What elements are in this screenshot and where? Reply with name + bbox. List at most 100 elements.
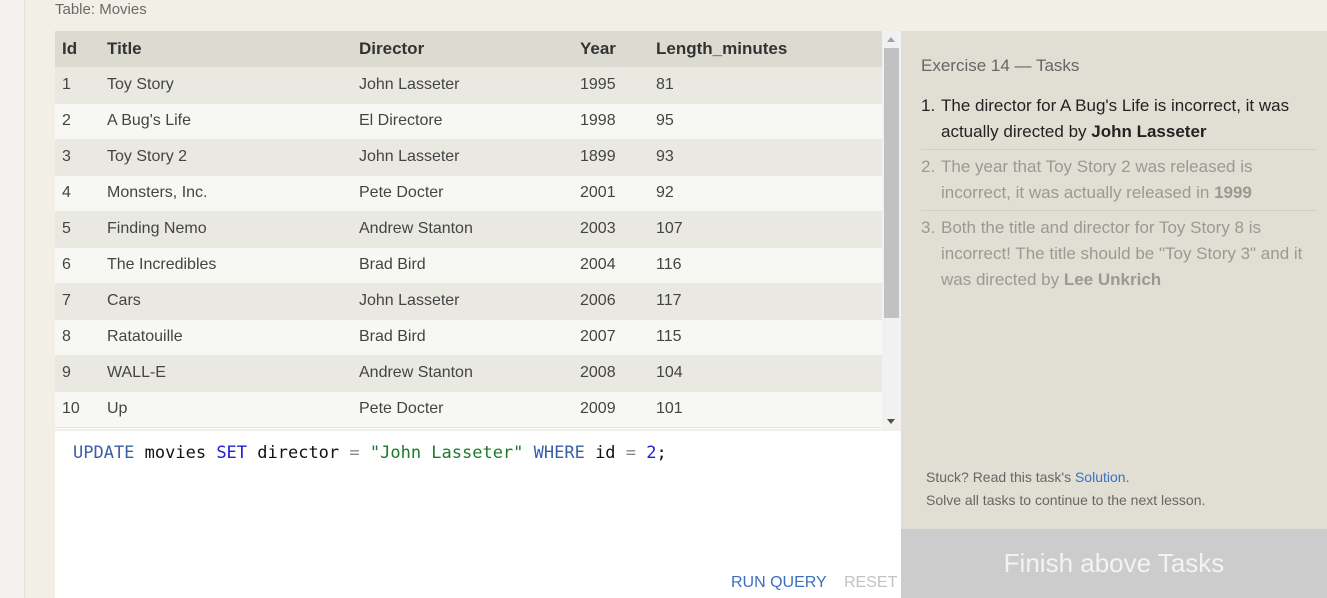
table-header-row: Id Title Director Year Length_minutes	[55, 31, 882, 67]
table-cell: A Bug's Life	[100, 103, 352, 140]
semicolon: ;	[656, 443, 667, 463]
task-title: Exercise 14 — Tasks	[921, 56, 1080, 75]
keyword-set: SET	[216, 443, 248, 463]
table-scrollbar[interactable]	[882, 31, 901, 429]
table-cell: 2008	[573, 355, 649, 392]
table-cell: 81	[649, 67, 882, 104]
column-header-id: Id	[55, 31, 100, 67]
task-item-1: 1. The director for A Bug's Life is incor…	[921, 93, 1317, 150]
table-cell: Brad Bird	[352, 319, 573, 356]
table-cell: Finding Nemo	[100, 211, 352, 248]
task-highlight: John Lasseter	[1091, 122, 1207, 141]
table-cell: 93	[649, 139, 882, 176]
continue-text: Solve all tasks to continue to the next …	[926, 492, 1206, 508]
table-row: 2A Bug's Life El Directore 1998 95	[55, 103, 882, 140]
table-cell: Pete Docter	[352, 175, 573, 212]
table-cell: 2007	[573, 319, 649, 356]
table-row: 6 The Incredibles Brad Bird 2004 116	[55, 247, 882, 284]
table-cell: 95	[649, 103, 882, 140]
sql-editor[interactable]: UPDATE movies SET director = "John Lasse…	[55, 431, 901, 598]
task-item-2: 2. The year that Toy Story 2 was released…	[921, 154, 1317, 211]
operator-equals-2: =	[625, 443, 637, 463]
scroll-up-icon[interactable]	[887, 37, 895, 42]
column-header-director: Director	[352, 31, 573, 67]
table-cell: Toy Story	[100, 67, 352, 104]
table-row: 4 Monsters, Inc. Pete Docter 2001 92	[55, 175, 882, 212]
table-caption: Table: Movies	[55, 1, 147, 18]
table-cell: 2009	[573, 391, 649, 428]
table-cell: 10	[55, 391, 100, 428]
column-token: director	[247, 443, 350, 463]
table-cell: John Lasseter	[352, 67, 573, 104]
table-cell: Pete Docter	[352, 391, 573, 428]
table-row: 1 Toy Story John Lasseter 1995 81	[55, 67, 882, 104]
scroll-thumb[interactable]	[884, 48, 899, 318]
table-cell: 9	[55, 355, 100, 392]
table-cell: 104	[649, 355, 882, 392]
table-row: 7 Cars John Lasseter 2006 117	[55, 283, 882, 320]
table-cell: 2	[55, 103, 100, 140]
run-query-button[interactable]: RUN QUERY	[731, 574, 827, 592]
table-cell: 115	[649, 319, 882, 356]
table-cell: Up	[100, 391, 352, 428]
table-cell: 3	[55, 139, 100, 176]
table-cell: Andrew Stanton	[352, 211, 573, 248]
results-table-panel: Id Title Director Year Length_minutes 1 Toy S…	[55, 31, 901, 429]
column-header-year: Year	[573, 31, 649, 67]
table-cell: John Lasseter	[352, 139, 573, 176]
scroll-down-icon[interactable]	[887, 419, 895, 424]
column-header-length_minutes: Length_minutes	[649, 31, 882, 67]
task-number: 1.	[921, 96, 936, 115]
stuck-prefix: Stuck? Read this task's	[926, 469, 1075, 485]
table-cell: El Directore	[352, 103, 573, 140]
table-row: 3 Toy Story 2 John Lasseter 1899 93	[55, 139, 882, 176]
task-list: 1. The director for A Bug's Life is incor…	[921, 93, 1317, 301]
table-cell: 117	[649, 283, 882, 320]
movies-table: Id Title Director Year Length_minutes 1 Toy S…	[55, 31, 882, 428]
table-row: 5 Finding Nemo Andrew Stanton 2003 107	[55, 211, 882, 248]
reset-button[interactable]: RESET	[844, 574, 897, 592]
table-cell: Ratatouille	[100, 319, 352, 356]
left-margin-strip	[0, 0, 25, 598]
table-row: 10 Up Pete Docter 2009 101	[55, 391, 882, 428]
table-cell: 116	[649, 247, 882, 284]
number-literal: 2	[636, 443, 657, 463]
task-number: 2.	[921, 157, 936, 176]
table-row: 8 Ratatouille Brad Bird 2007 115	[55, 319, 882, 356]
table-body: 1 Toy Story John Lasseter 1995 81 2 A Bug's Li…	[55, 67, 882, 428]
table-cell: Andrew Stanton	[352, 355, 573, 392]
table-cell: 6	[55, 247, 100, 284]
column-header-title: Title	[100, 31, 352, 67]
table-cell: Cars	[100, 283, 352, 320]
table-cell: 5	[55, 211, 100, 248]
table-cell: 101	[649, 391, 882, 428]
table-cell: 1995	[573, 67, 649, 104]
keyword-update: UPDATE	[73, 443, 135, 463]
table-cell: 1	[55, 67, 100, 104]
table-row: 9 WALL-E Andrew Stanton 2008 104	[55, 355, 882, 392]
finish-tasks-button[interactable]: Finish above Tasks	[901, 529, 1327, 598]
table-cell: 107	[649, 211, 882, 248]
task-item-3: 3. Both the title and director for Toy St…	[921, 215, 1317, 297]
id-token: id	[584, 443, 626, 463]
table-cell: 7	[55, 283, 100, 320]
table-cell: WALL-E	[100, 355, 352, 392]
table-cell: John Lasseter	[352, 283, 573, 320]
task-panel: Exercise 14 — Tasks 1. The director for A…	[901, 31, 1327, 529]
task-number: 3.	[921, 218, 936, 237]
table-name-token: movies	[134, 443, 217, 463]
task-highlight: Lee Unkrich	[1063, 270, 1162, 289]
table-cell: 92	[649, 175, 882, 212]
table-cell: Toy Story 2	[100, 139, 352, 176]
keyword-where: WHERE	[533, 443, 585, 463]
table-cell: Brad Bird	[352, 247, 573, 284]
task-highlight: 1999	[1214, 183, 1252, 202]
task-text: The year that Toy Story 2 was released i…	[941, 157, 1253, 202]
table-cell: The Incredibles	[100, 247, 352, 284]
query-line[interactable]: UPDATE movies SET director = "John Lasse…	[73, 443, 667, 463]
solution-link[interactable]: Solution	[1075, 469, 1126, 485]
operator-equals: =	[349, 443, 360, 463]
string-literal: "John Lasseter"	[359, 443, 534, 463]
table-cell: 1899	[573, 139, 649, 176]
table-cell: 4	[55, 175, 100, 212]
